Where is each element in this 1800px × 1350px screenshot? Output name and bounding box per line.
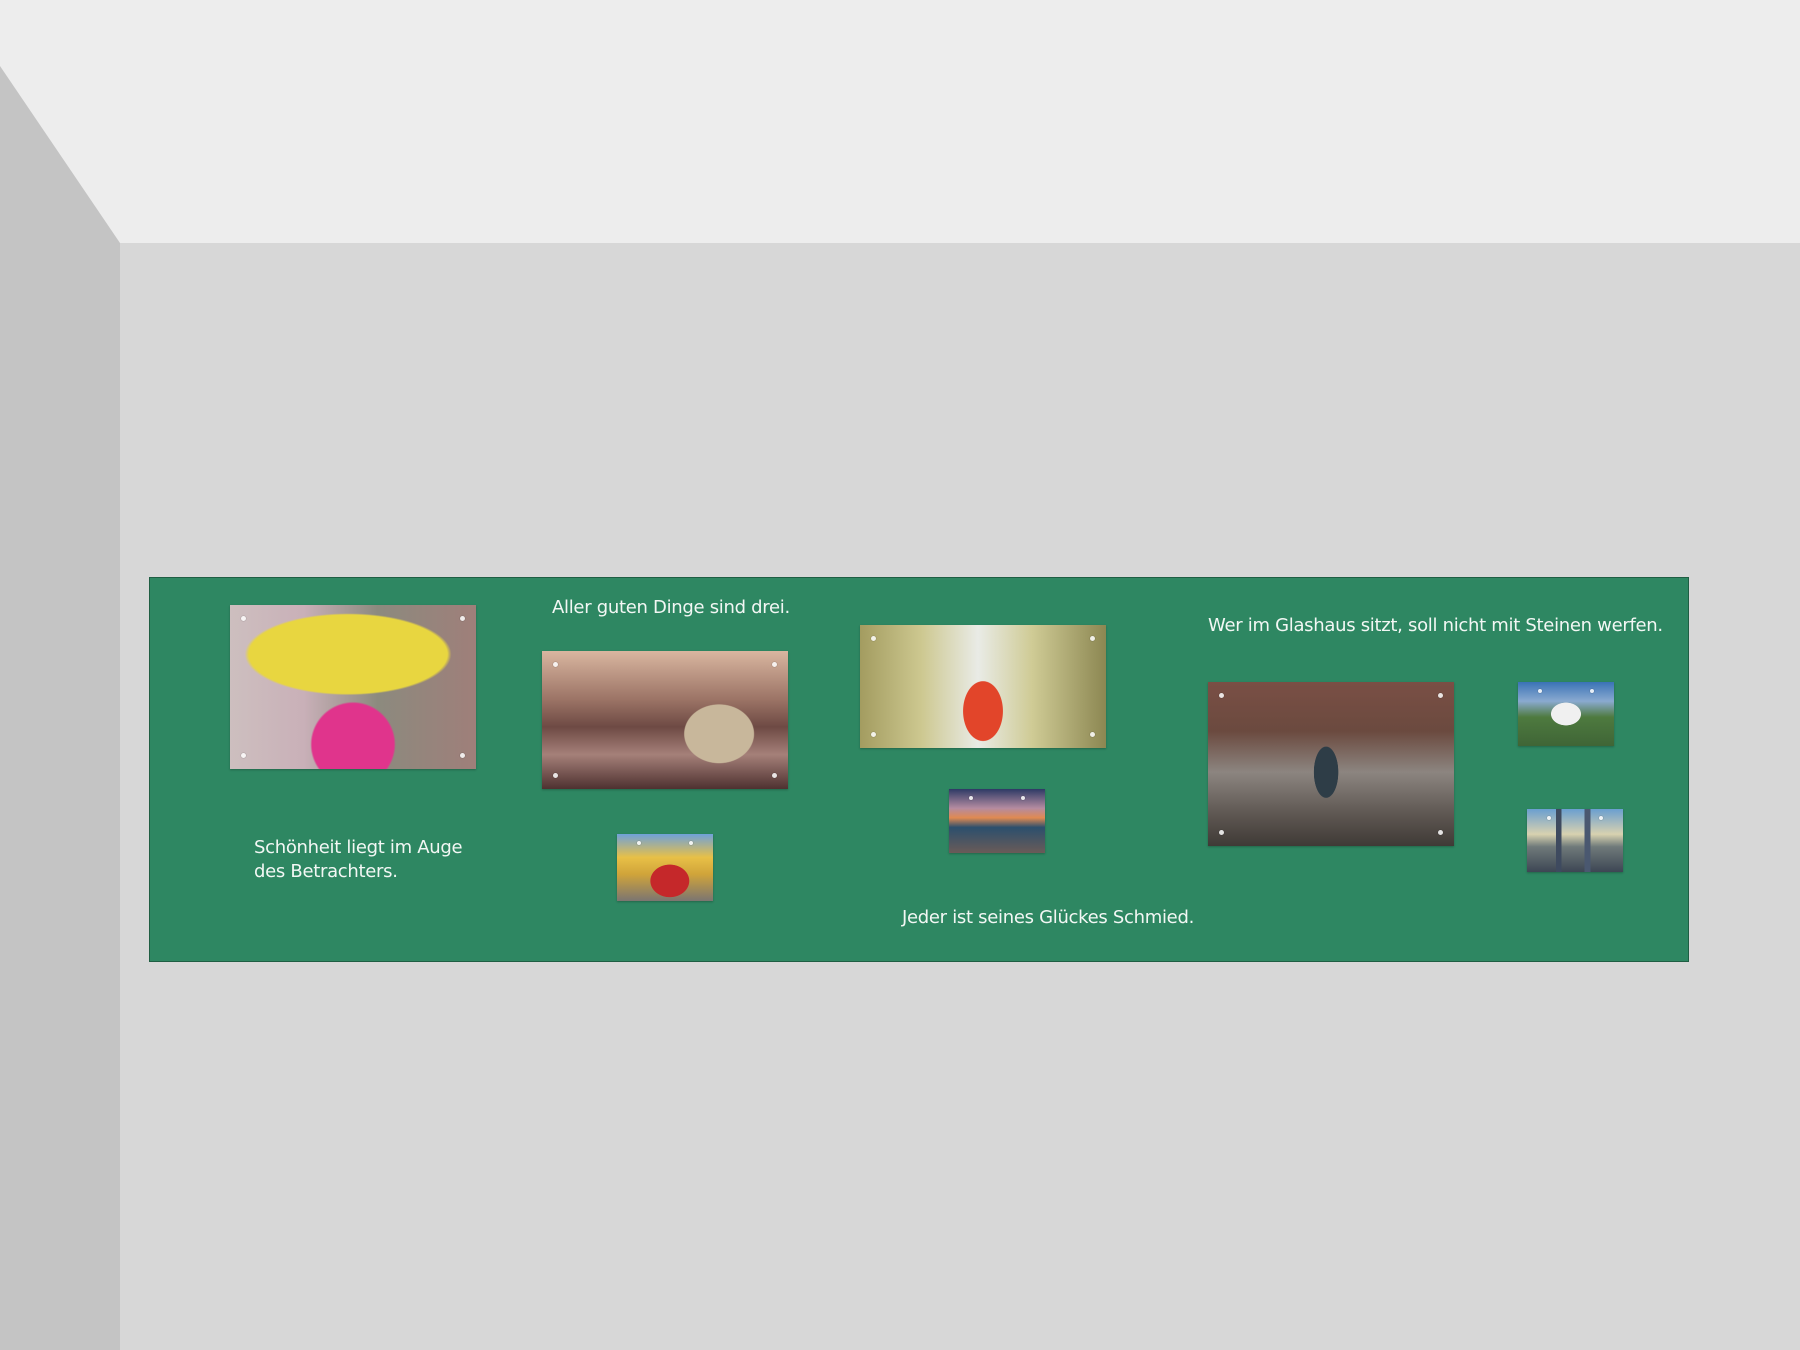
pin-dot — [460, 753, 465, 758]
pin-dot — [772, 773, 777, 778]
pin-dot — [553, 773, 558, 778]
pin-dot — [1590, 689, 1594, 693]
pin-dot — [1219, 830, 1224, 835]
photo-city-skyline[interactable] — [1527, 809, 1623, 872]
quote-aller-guten-dinge: Aller guten Dinge sind drei. — [552, 597, 790, 618]
pin-dot — [241, 753, 246, 758]
pin-dot — [1090, 636, 1095, 641]
pin-dot — [969, 796, 973, 800]
wall-panel[interactable]: Schönheit liegt im Auge des Betrachters.… — [149, 577, 1689, 962]
quote-jeder-ist-seines: Jeder ist seines Glückes Schmied. — [902, 907, 1194, 928]
photo-capitol[interactable] — [1518, 682, 1614, 746]
pin-dot — [689, 841, 693, 845]
pin-dot — [637, 841, 641, 845]
photo-stairs-runner[interactable] — [1208, 682, 1454, 846]
pin-dot — [772, 662, 777, 667]
pin-dot — [1090, 732, 1095, 737]
pin-dot — [871, 636, 876, 641]
pin-dot — [1219, 693, 1224, 698]
room-ceiling — [0, 0, 1800, 243]
photo-palace-red-dress[interactable] — [860, 625, 1106, 748]
pin-dot — [241, 616, 246, 621]
pin-dot — [460, 616, 465, 621]
pin-dot — [871, 732, 876, 737]
pin-dot — [1538, 689, 1542, 693]
pin-dot — [1438, 830, 1443, 835]
photo-park-bridge[interactable] — [542, 651, 788, 789]
pin-dot — [1438, 693, 1443, 698]
photo-harbor[interactable] — [949, 789, 1045, 853]
pin-dot — [1547, 816, 1551, 820]
photo-flower-hat[interactable] — [230, 605, 476, 769]
quote-schoenheit: Schönheit liegt im Auge des Betrachters. — [254, 837, 463, 882]
quote-wer-im-glashaus: Wer im Glashaus sitzt, soll nicht mit St… — [1208, 615, 1663, 636]
pin-dot — [1021, 796, 1025, 800]
photo-tram[interactable] — [617, 834, 713, 901]
pin-dot — [553, 662, 558, 667]
pin-dot — [1599, 816, 1603, 820]
